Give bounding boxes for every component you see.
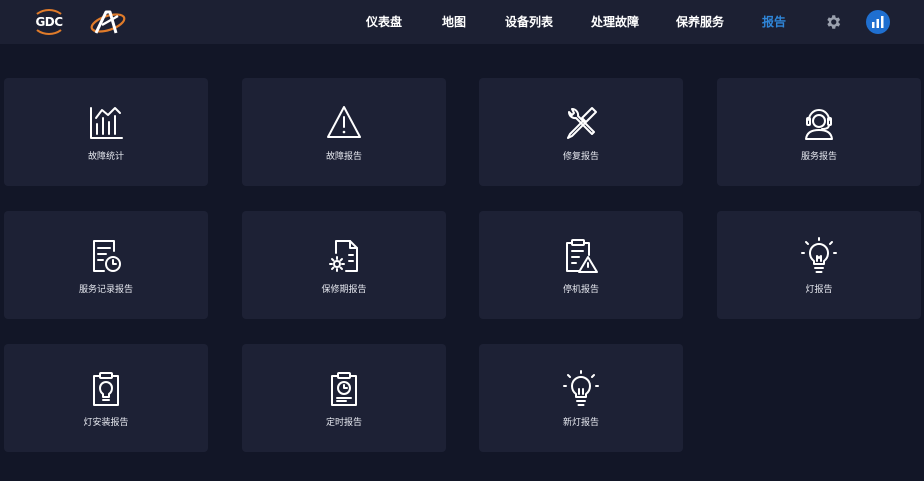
brand-a-logo[interactable] bbox=[88, 8, 128, 36]
tile-fault-report[interactable]: 故障报告 bbox=[242, 78, 446, 186]
tile-repair-report[interactable]: 修复报告 bbox=[479, 78, 683, 186]
tile-service-record-report[interactable]: 服务记录报告 bbox=[4, 211, 208, 319]
clipboard-bulb-icon bbox=[93, 372, 119, 406]
gear-icon[interactable] bbox=[824, 13, 842, 31]
nav-maintenance-service[interactable]: 保养服务 bbox=[676, 0, 724, 44]
document-gear-icon bbox=[329, 240, 358, 272]
clipboard-warning-icon bbox=[566, 239, 598, 273]
new-bulb-icon bbox=[563, 370, 599, 406]
clipboard-clock-icon bbox=[331, 372, 357, 406]
document-clock-icon bbox=[93, 240, 121, 272]
top-navigation-bar: GDC 仪表盘 地图 设备列表 处理故障 保养服务 报告 bbox=[0, 0, 924, 44]
gdc-logo-text: GDC bbox=[35, 15, 63, 29]
nav-device-list[interactable]: 设备列表 bbox=[505, 0, 553, 44]
tile-label: 服务记录报告 bbox=[78, 285, 133, 295]
bar-chart-icon bbox=[90, 107, 123, 139]
report-chart-icon bbox=[872, 16, 884, 28]
tile-service-report[interactable]: 服务报告 bbox=[717, 78, 921, 186]
nav-map[interactable]: 地图 bbox=[442, 0, 466, 44]
light-bulb-icon bbox=[801, 237, 837, 273]
tile-label: 定时报告 bbox=[325, 418, 362, 428]
nav-handle-faults[interactable]: 处理故障 bbox=[591, 0, 639, 44]
support-agent-icon bbox=[805, 109, 833, 140]
tile-label: 停机报告 bbox=[562, 285, 599, 295]
tile-label: 故障报告 bbox=[325, 152, 362, 162]
nav-dashboard[interactable]: 仪表盘 bbox=[366, 0, 402, 44]
user-avatar[interactable] bbox=[866, 10, 890, 34]
tile-downtime-report[interactable]: 停机报告 bbox=[479, 211, 683, 319]
tile-warranty-report[interactable]: 保修期报告 bbox=[242, 211, 446, 319]
tile-label: 服务报告 bbox=[800, 152, 837, 162]
tile-label: 修复报告 bbox=[562, 152, 599, 162]
tile-label: 灯安装报告 bbox=[83, 418, 129, 428]
tile-label: 故障统计 bbox=[87, 152, 124, 162]
tile-lamp-install-report[interactable]: 灯安装报告 bbox=[4, 344, 208, 452]
tile-label: 新灯报告 bbox=[562, 418, 599, 428]
warning-triangle-icon bbox=[327, 106, 361, 138]
tile-label: 灯报告 bbox=[805, 285, 833, 295]
wrench-screwdriver-icon bbox=[567, 107, 597, 139]
tile-scheduled-report[interactable]: 定时报告 bbox=[242, 344, 446, 452]
gdc-logo[interactable]: GDC bbox=[30, 9, 68, 35]
tile-label: 保修期报告 bbox=[321, 285, 367, 295]
nav-reports[interactable]: 报告 bbox=[762, 0, 786, 44]
tile-lamp-report[interactable]: 灯报告 bbox=[717, 211, 921, 319]
tile-fault-statistics[interactable]: 故障统计 bbox=[4, 78, 208, 186]
tile-new-lamp-report[interactable]: 新灯报告 bbox=[479, 344, 683, 452]
